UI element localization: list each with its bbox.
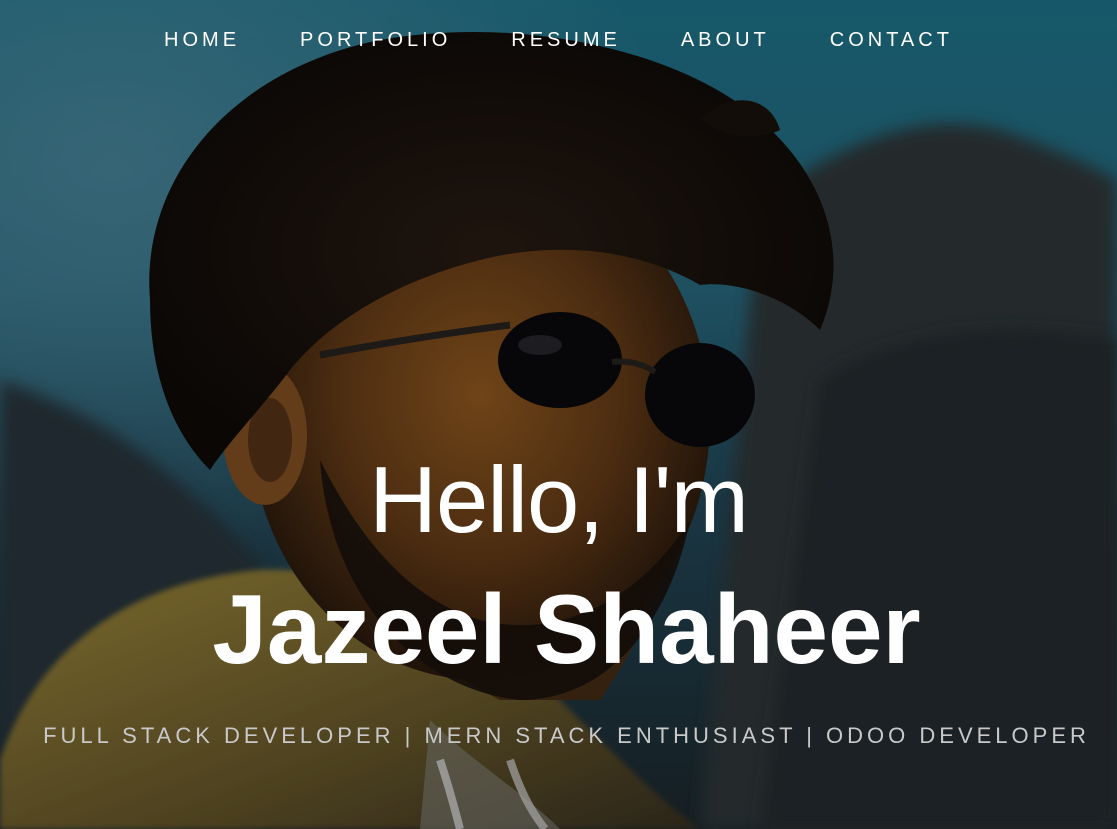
hero-greeting: Hello, I'm [369, 447, 749, 552]
hero-tagline: FULL STACK DEVELOPER | MERN STACK ENTHUS… [43, 723, 1090, 748]
hero-name: Jazeel Shaheer [212, 574, 921, 684]
nav-link-contact[interactable]: CONTACT [800, 27, 983, 53]
main-navigation: HOME PORTFOLIO RESUME ABOUT CONTACT [0, 27, 1117, 53]
hero-section: HOME PORTFOLIO RESUME ABOUT CONTACT Hell… [0, 0, 1117, 829]
nav-link-portfolio[interactable]: PORTFOLIO [270, 27, 481, 53]
nav-link-home[interactable]: HOME [134, 27, 270, 53]
nav-link-resume[interactable]: RESUME [481, 27, 651, 53]
hero-overlay [0, 0, 1117, 829]
nav-link-about[interactable]: ABOUT [651, 27, 800, 53]
